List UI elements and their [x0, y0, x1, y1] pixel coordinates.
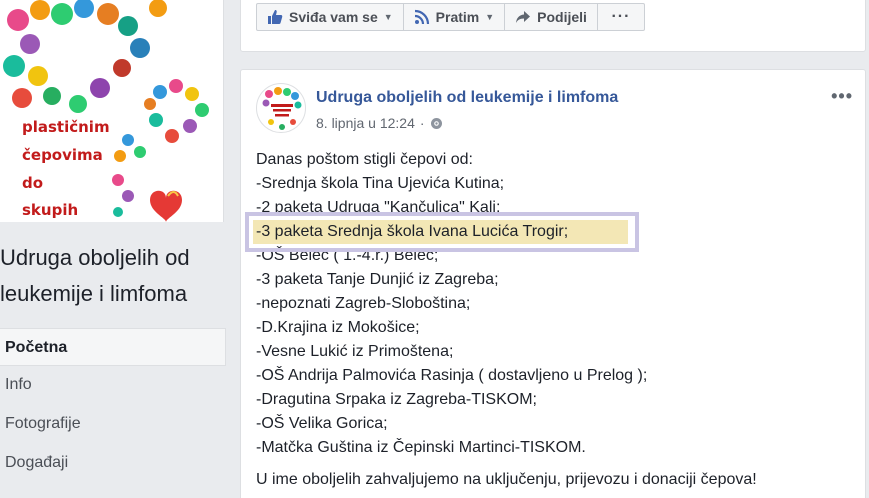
- post-text: Danas poštom stigli čepovi od: -Srednja …: [245, 148, 856, 492]
- post-timestamp[interactable]: 8. lipnja u 12:24: [316, 115, 415, 131]
- cover-text-line: do: [22, 174, 44, 192]
- post-line: -Dragutina Srpaka iz Zagreba-TISKOM;: [256, 391, 537, 408]
- cover-text-line: čepovima: [22, 146, 103, 164]
- highlighted-line-text: -3 paketa Srednja škola Ivana Lucića Tro…: [256, 223, 569, 240]
- bottle-caps-logo-icon: [262, 87, 302, 130]
- post-line: -Vesne Lukić iz Primoštena;: [256, 343, 454, 360]
- share-button[interactable]: Podijeli: [504, 3, 598, 31]
- follow-button-label: Pratim: [435, 9, 480, 25]
- post-options-button[interactable]: •••: [831, 86, 853, 107]
- meta-separator: ·: [419, 115, 425, 131]
- page-title[interactable]: Udruga oboljelih od leukemije i limfoma: [0, 240, 228, 312]
- cover-photo[interactable]: plastičnim čepovima do skupih: [0, 0, 224, 222]
- post-line: -Srednja škola Tina Ujevića Kutina;: [256, 175, 505, 192]
- page-action-bar: Sviđa vam se ▼ Pratim ▼ Podijeli ···: [256, 3, 645, 31]
- cover-text-line: skupih: [22, 201, 79, 219]
- page-actions-card: Sviđa vam se ▼ Pratim ▼ Podijeli ···: [240, 0, 866, 52]
- globe-icon[interactable]: [430, 117, 443, 130]
- follow-button[interactable]: Pratim ▼: [402, 3, 506, 31]
- post-line: -3 paketa Tanje Dunjić iz Zagreba;: [256, 271, 499, 288]
- post-author-link[interactable]: Udruga oboljelih od leukemije i limfoma: [316, 89, 618, 107]
- thumbs-up-icon: [268, 10, 283, 24]
- rss-feed-icon: [414, 9, 429, 25]
- post-line: -OŠ Velika Gorica;: [256, 415, 388, 432]
- like-button-label: Sviđa vam se: [289, 9, 378, 25]
- post-line: -OŠ Andrija Palmovića Rasinja ( dostavlj…: [256, 367, 648, 384]
- nav-item-info[interactable]: Info: [0, 366, 226, 405]
- cover-text-line: plastičnim: [22, 118, 110, 136]
- post-meta: 8. lipnja u 12:24 ·: [316, 115, 443, 131]
- post-line: -D.Krajina iz Mokošice;: [256, 319, 420, 336]
- more-actions-button[interactable]: ···: [596, 3, 645, 31]
- post-line: Danas poštom stigli čepovi od:: [256, 151, 473, 168]
- share-arrow-icon: [516, 11, 531, 23]
- nav-item-photos[interactable]: Fotografije: [0, 405, 226, 444]
- post-line: -Matčka Guština iz Čepinski Martinci-TIS…: [256, 439, 586, 456]
- post-line: -nepoznati Zagreb-Sloboština;: [256, 295, 471, 312]
- like-page-button[interactable]: Sviđa vam se ▼: [256, 3, 404, 31]
- page-nav: Početna Info Fotografije Događaji: [0, 328, 226, 483]
- nav-item-events[interactable]: Događaji: [0, 444, 226, 483]
- page-avatar[interactable]: [256, 83, 306, 133]
- caret-down-icon: ▼: [485, 12, 495, 22]
- share-button-label: Podijeli: [537, 9, 587, 25]
- caret-down-icon: ▼: [383, 12, 393, 22]
- post-card: Udruga oboljelih od leukemije i limfoma …: [240, 69, 866, 498]
- nav-item-home[interactable]: Početna: [0, 328, 226, 366]
- highlighted-post-line: -3 paketa Srednja škola Ivana Lucića Tro…: [245, 212, 856, 252]
- post-closing-line: U ime oboljelih zahvaljujemo na uključen…: [256, 471, 757, 488]
